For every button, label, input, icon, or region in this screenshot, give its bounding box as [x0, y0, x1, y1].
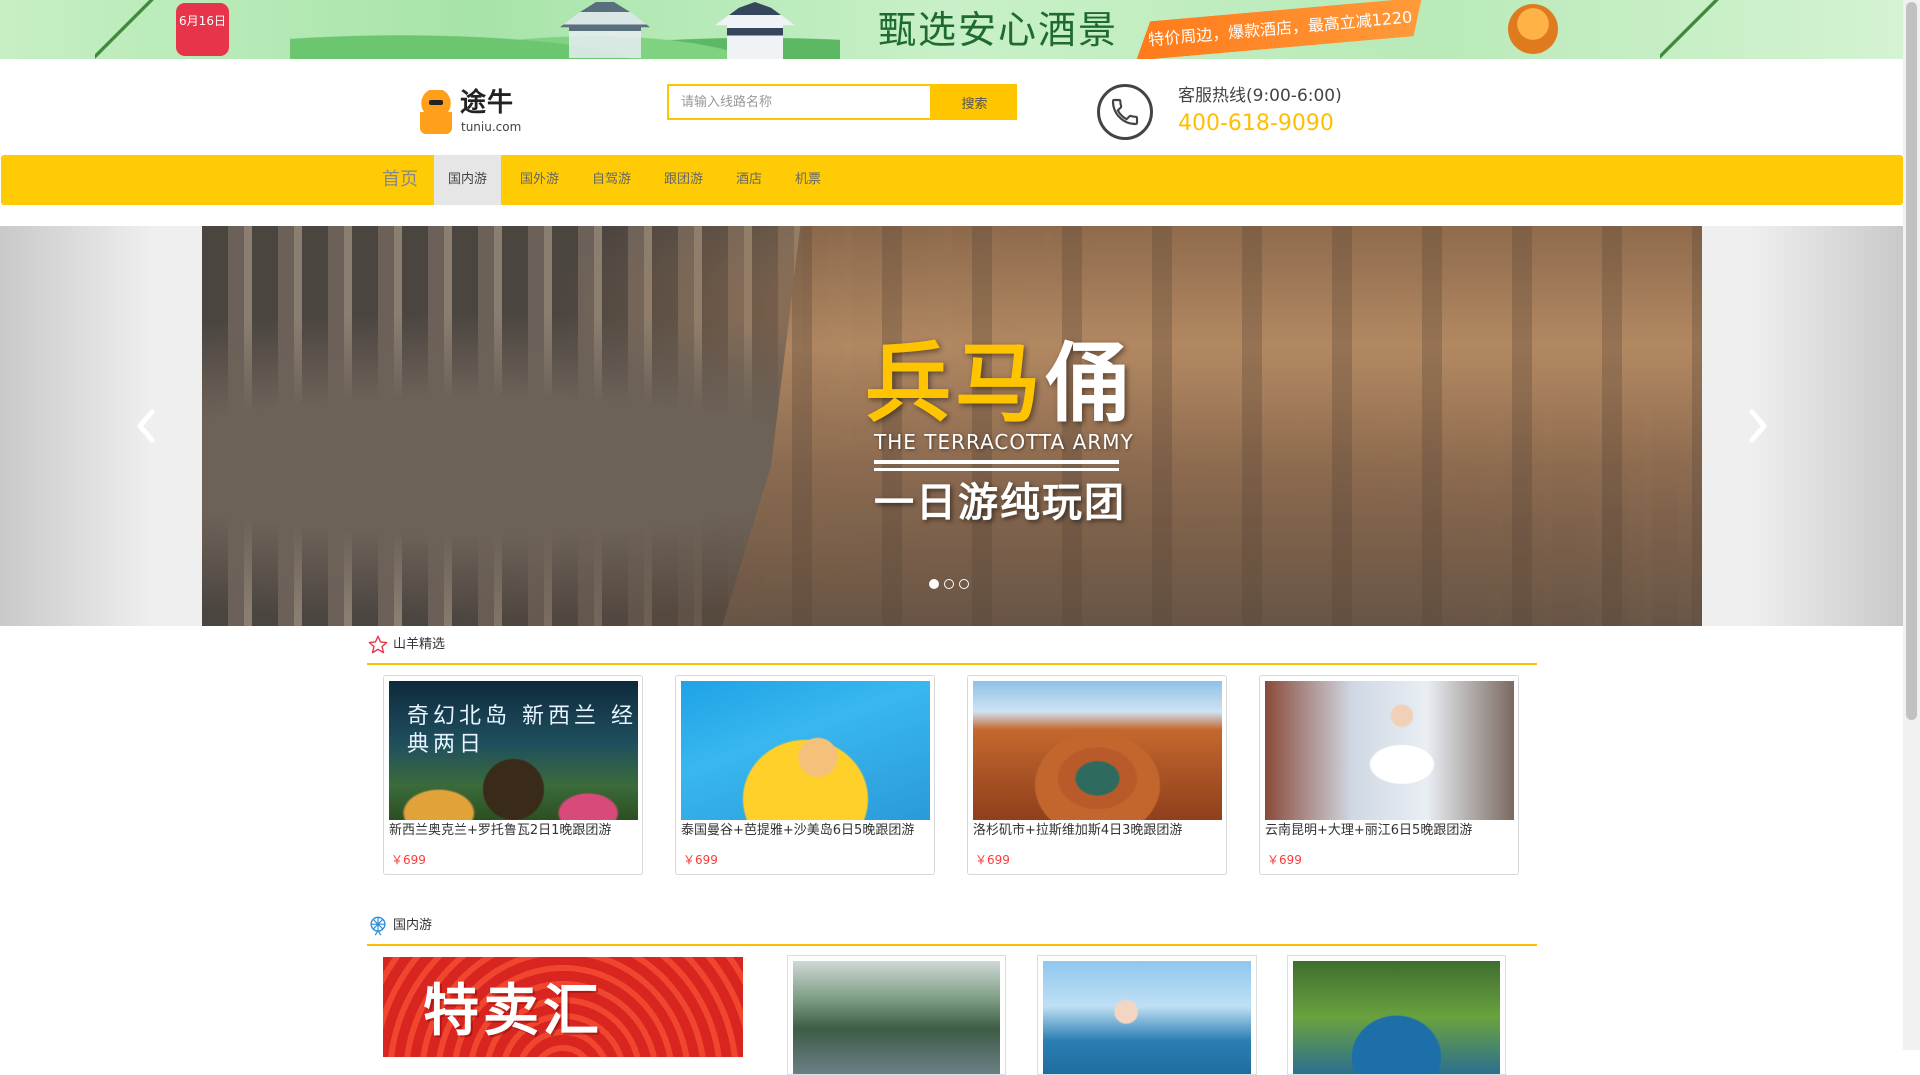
domestic-card[interactable]: [1287, 955, 1506, 1075]
nav-outbound[interactable]: 国外游: [506, 155, 573, 205]
product-price: ￥699: [391, 853, 426, 867]
promo-tag: 特价周边，爆款酒店，最高立减1220元: [1133, 0, 1425, 59]
nav-flight[interactable]: 机票: [781, 155, 835, 205]
hero-carousel: 兵马俑 THE TERRACOTTA ARMY 一日游纯玩团: [0, 226, 1903, 626]
willow-decoration-right: [1660, 0, 1720, 59]
product-image: [681, 681, 930, 820]
product-image: [973, 681, 1222, 820]
willow-decoration: [95, 0, 155, 59]
chevron-right-icon: [1749, 409, 1767, 443]
domestic-image: [1043, 961, 1251, 1074]
main-nav: 首页 国内游 国外游 自驾游 跟团游 酒店 机票: [1, 155, 1903, 205]
carousel-indicators: [929, 579, 969, 589]
site-logo[interactable]: 途牛 tuniu.com: [420, 88, 530, 138]
logo-domain: tuniu.com: [461, 120, 522, 134]
product-price: ￥699: [975, 853, 1010, 867]
logo-text: 途牛: [460, 88, 515, 118]
featured-section-title: 山羊精选: [393, 637, 446, 652]
special-sale-banner[interactable]: 特卖汇: [383, 957, 743, 1057]
page-scrollbar[interactable]: [1903, 0, 1920, 1050]
hotline-label: 客服热线(9:00-6:00): [1178, 86, 1342, 106]
slide-title-text: 兵马俑: [865, 334, 1135, 434]
product-card[interactable]: 泰国曼谷+芭提雅+沙美岛6日5晚跟团游 ￥699: [675, 675, 935, 875]
phone-icon: [1097, 84, 1153, 140]
nav-domestic[interactable]: 国内游: [434, 155, 502, 205]
carousel-next-button[interactable]: [1728, 386, 1788, 466]
product-card[interactable]: 奇幻北岛 新西兰 经典两日 新西兰奥克兰+罗托鲁瓦2日1晚跟团游 ￥699: [383, 675, 643, 875]
slide-divider-2: [874, 468, 1119, 471]
featured-section-header: 山羊精选: [367, 628, 1537, 665]
carousel-dot-1[interactable]: [929, 579, 939, 589]
carousel-slide[interactable]: 兵马俑 THE TERRACOTTA ARMY 一日游纯玩团: [202, 226, 1702, 626]
carousel-dot-3[interactable]: [959, 579, 969, 589]
domestic-image: [793, 961, 1000, 1074]
domestic-section-title: 国内游: [393, 918, 433, 933]
product-name[interactable]: 泰国曼谷+芭提雅+沙美岛6日5晚跟团游: [681, 822, 914, 840]
nav-hotel[interactable]: 酒店: [722, 155, 776, 205]
domestic-card[interactable]: [1037, 955, 1257, 1075]
nav-group-tour[interactable]: 跟团游: [650, 155, 717, 205]
product-image: 奇幻北岛 新西兰 经典两日: [389, 681, 638, 820]
mascot-illustration: [1508, 4, 1558, 54]
special-sale-text: 特卖汇: [423, 979, 603, 1044]
slide-title-en: THE TERRACOTTA ARMY: [874, 430, 1134, 454]
carousel-prev-button[interactable]: [116, 386, 176, 466]
search-bar: 搜索: [667, 84, 1017, 120]
promo-banner[interactable]: 6月16日 甄选安心酒景 特价周边，爆款酒店，最高立减1220元: [0, 0, 1903, 59]
hotline-number: 400-618-9090: [1178, 111, 1334, 136]
product-price: ￥699: [1267, 853, 1302, 867]
scrollbar-thumb[interactable]: [1906, 2, 1917, 720]
product-card[interactable]: 云南昆明+大理+丽江6日5晚跟团游 ￥699: [1259, 675, 1519, 875]
domestic-card[interactable]: [787, 955, 1006, 1075]
product-price: ￥699: [683, 853, 718, 867]
domestic-image: [1293, 961, 1500, 1074]
product-card[interactable]: 洛杉矶市+拉斯维加斯4日3晚跟团游 ￥699: [967, 675, 1227, 875]
nav-self-drive[interactable]: 自驾游: [578, 155, 645, 205]
ferris-wheel-icon: [370, 916, 386, 936]
logo-mascot-icon: [420, 90, 452, 134]
search-input[interactable]: [667, 84, 932, 120]
product-name[interactable]: 洛杉矶市+拉斯维加斯4日3晚跟团游: [973, 822, 1182, 840]
date-badge: 6月16日: [176, 3, 229, 56]
star-icon: [368, 635, 388, 654]
domestic-section-header: 国内游: [367, 909, 1537, 946]
slide-subtitle: 一日游纯玩团: [874, 480, 1126, 526]
slide-title: 兵马俑: [865, 336, 1135, 432]
product-name[interactable]: 新西兰奥克兰+罗托鲁瓦2日1晚跟团游: [389, 822, 611, 840]
search-button[interactable]: 搜索: [932, 84, 1017, 120]
product-name[interactable]: 云南昆明+大理+丽江6日5晚跟团游: [1265, 822, 1472, 840]
product-image: [1265, 681, 1514, 820]
carousel-dot-2[interactable]: [944, 579, 954, 589]
image-caption: 奇幻北岛 新西兰 经典两日: [407, 704, 637, 757]
promo-slogan: 甄选安心酒景: [878, 8, 1119, 52]
nav-home[interactable]: 首页: [368, 155, 432, 205]
chevron-left-icon: [137, 409, 155, 443]
slide-divider: [874, 460, 1119, 464]
